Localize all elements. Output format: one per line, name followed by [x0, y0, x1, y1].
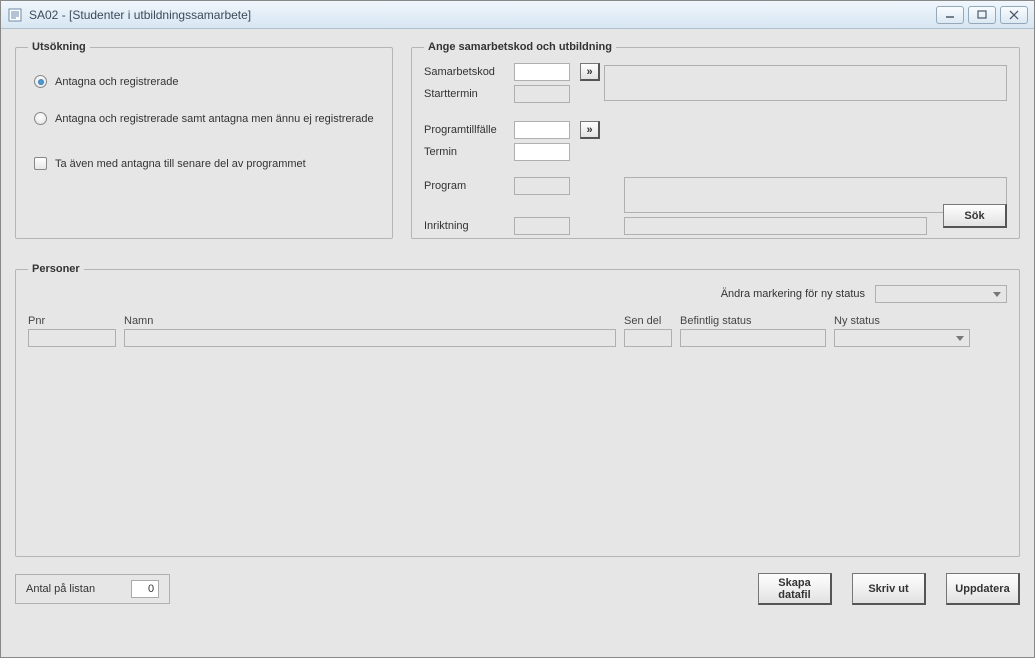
display-samarbetskod-desc [604, 65, 1007, 101]
input-termin[interactable] [514, 143, 570, 161]
client-area: Utsökning Antagna och registrerade Antag… [1, 29, 1034, 657]
skriv-ut-label: Skriv ut [868, 583, 908, 595]
maximize-button[interactable] [968, 6, 996, 24]
col-header-namn: Namn [124, 315, 616, 327]
search-button-label: Sök [964, 210, 984, 222]
checkbox-label: Ta även med antagna till senare del av p… [55, 158, 306, 170]
close-button[interactable] [1000, 6, 1028, 24]
chevron-down-icon [956, 336, 964, 341]
lookup-samarbetskod-button[interactable]: » [580, 63, 600, 81]
display-inriktning-desc [624, 217, 927, 235]
checkbox-row[interactable]: Ta även med antagna till senare del av p… [34, 157, 380, 170]
uppdatera-button[interactable]: Uppdatera [946, 573, 1020, 605]
col-header-nystatus: Ny status [834, 315, 970, 327]
cell-sendel[interactable] [624, 329, 672, 347]
search-button[interactable]: Sök [943, 204, 1007, 228]
app-icon [7, 7, 23, 23]
skriv-ut-button[interactable]: Skriv ut [852, 573, 926, 605]
input-samarbetskod[interactable] [514, 63, 570, 81]
label-termin: Termin [424, 146, 510, 158]
cell-namn[interactable] [124, 329, 616, 347]
label-antal: Antal på listan [26, 583, 95, 595]
label-program: Program [424, 180, 510, 192]
label-starttermin: Starttermin [424, 88, 510, 100]
lookup-programtillfalle-button[interactable]: » [580, 121, 600, 139]
window-buttons [936, 6, 1028, 24]
cell-befintlig[interactable] [680, 329, 826, 347]
radio-row-1[interactable]: Antagna och registrerade [34, 75, 380, 88]
skapa-datafil-button[interactable]: Skapa datafil [758, 573, 832, 605]
checkbox-senare-del[interactable] [34, 157, 47, 170]
radio-label-1: Antagna och registrerade [55, 76, 179, 88]
label-programtillfalle: Programtillfälle [424, 124, 510, 136]
input-programtillfalle[interactable] [514, 121, 570, 139]
fieldset-ange: Ange samarbetskod och utbildning Samarbe… [411, 41, 1020, 239]
fieldset-personer: Personer Ändra markering för ny status P… [15, 263, 1020, 557]
count-box: Antal på listan 0 [15, 574, 170, 604]
display-program-code [514, 177, 570, 195]
radio-antagna-ej-registrerade[interactable] [34, 112, 47, 125]
chevron-right-icon: » [586, 66, 592, 78]
radio-row-2[interactable]: Antagna och registrerade samt antagna me… [34, 112, 380, 125]
input-starttermin[interactable] [514, 85, 570, 103]
value-antal: 0 [131, 580, 159, 598]
cell-nystatus-dropdown[interactable] [834, 329, 970, 347]
skapa-datafil-label: Skapa datafil [778, 577, 810, 601]
legend-utsokning: Utsökning [28, 41, 90, 53]
radio-antagna-registrerade[interactable] [34, 75, 47, 88]
label-samarbetskod: Samarbetskod [424, 66, 510, 78]
window: SA02 - [Studenter i utbildningssamarbete… [0, 0, 1035, 658]
chevron-right-icon: » [586, 124, 592, 136]
cell-pnr[interactable] [28, 329, 116, 347]
legend-ange: Ange samarbetskod och utbildning [424, 41, 616, 53]
display-inriktning-code [514, 217, 570, 235]
dropdown-andra-markering[interactable] [875, 285, 1007, 303]
window-title: SA02 - [Studenter i utbildningssamarbete… [29, 8, 936, 22]
label-inriktning: Inriktning [424, 220, 510, 232]
radio-label-2: Antagna och registrerade samt antagna me… [55, 113, 374, 125]
uppdatera-label: Uppdatera [955, 583, 1009, 595]
col-header-sendel: Sen del [624, 315, 672, 327]
fieldset-utsokning: Utsökning Antagna och registrerade Antag… [15, 41, 393, 239]
legend-personer: Personer [28, 263, 84, 275]
table-row [28, 329, 1007, 347]
chevron-down-icon [993, 292, 1001, 297]
titlebar: SA02 - [Studenter i utbildningssamarbete… [1, 1, 1034, 29]
col-header-befintlig: Befintlig status [680, 315, 826, 327]
label-andra-markering: Ändra markering för ny status [721, 288, 865, 300]
minimize-button[interactable] [936, 6, 964, 24]
col-header-pnr: Pnr [28, 315, 116, 327]
